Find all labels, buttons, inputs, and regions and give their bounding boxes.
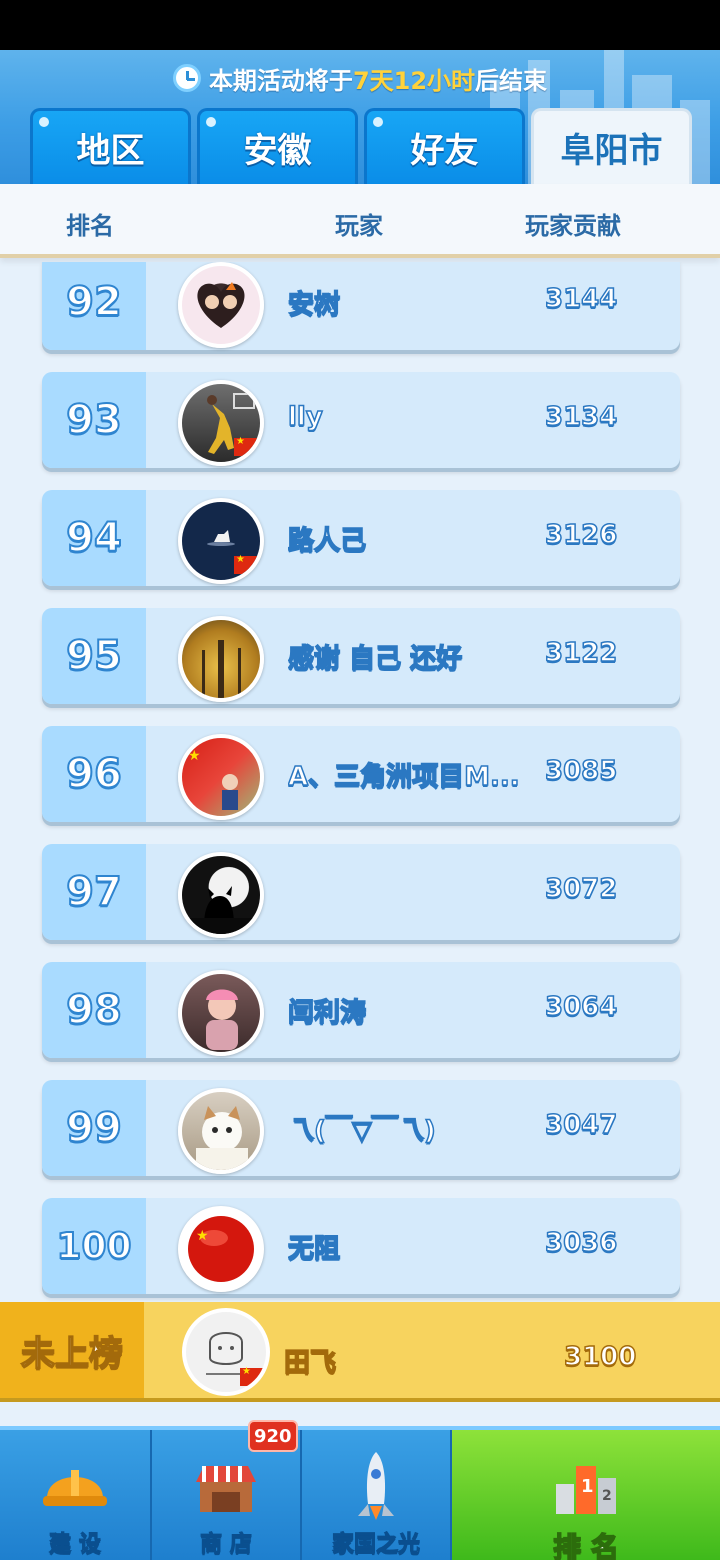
nav-build[interactable]: 建 设 <box>0 1430 152 1560</box>
column-header-row: 排名 玩家 玩家贡献 <box>0 184 720 258</box>
column-player: 玩家 <box>335 212 383 240</box>
player-name: 路人己 <box>288 525 367 557</box>
leaderboard-row[interactable]: 92 安树 3144 <box>42 262 680 350</box>
clock-icon <box>172 64 201 92</box>
countdown-time: 7天12小时 <box>352 66 476 95</box>
rank-number: 95 <box>42 608 146 704</box>
player-score: 3134 <box>545 402 618 432</box>
leaderboard-row[interactable]: 93 lly 3134 <box>42 372 680 468</box>
player-score: 3072 <box>545 874 618 904</box>
player-name: lly <box>288 402 324 432</box>
player-avatar <box>178 498 264 584</box>
rank-number: 100 <box>42 1198 146 1294</box>
ranking-tower-icon: 12 <box>548 1448 624 1524</box>
player-score: 3122 <box>545 638 618 668</box>
tab-fuyang[interactable]: 阜阳市 <box>531 108 692 184</box>
leaderboard-row[interactable]: 100 ★ 无阻 3036 <box>42 1198 680 1294</box>
china-flag-icon <box>240 1366 264 1386</box>
player-score: 3064 <box>545 992 618 1022</box>
player-score: 3144 <box>545 284 618 314</box>
hard-hat-icon <box>37 1448 113 1524</box>
leaderboard-list[interactable]: 92 安树 3144 93 lly 3134 94 路人己 3126 95 感谢… <box>0 262 720 1302</box>
countdown-suffix: 后结束 <box>475 66 548 95</box>
svg-text:★: ★ <box>196 1228 209 1244</box>
tab-anhui[interactable]: 安徽 <box>197 108 358 184</box>
player-name: 乁(￣▽￣乁) <box>288 1115 437 1147</box>
unranked-label: 未上榜 <box>0 1302 144 1398</box>
shop-icon <box>188 1448 264 1524</box>
status-bar <box>0 0 720 50</box>
rank-number: 98 <box>42 962 146 1058</box>
nav-ranking-label: 排 名 <box>552 1530 619 1560</box>
rank-number: 93 <box>42 372 146 468</box>
rank-number: 94 <box>42 490 146 586</box>
column-rank: 排名 <box>66 212 114 240</box>
tab-friends[interactable]: 好友 <box>364 108 525 184</box>
china-flag-icon <box>234 436 258 456</box>
rank-number: 92 <box>42 262 146 350</box>
shop-badge: 920 <box>248 1420 298 1452</box>
leaderboard-row[interactable]: 98 闫利涛 3064 <box>42 962 680 1058</box>
rank-number: 96 <box>42 726 146 822</box>
china-flag-icon <box>234 554 258 574</box>
player-avatar <box>178 852 264 938</box>
player-avatar <box>178 970 264 1056</box>
countdown-prefix: 本期活动将于 <box>208 66 353 95</box>
player-avatar: ★ <box>178 1206 264 1292</box>
svg-text:★: ★ <box>188 748 201 764</box>
rank-number: 99 <box>42 1080 146 1176</box>
my-avatar <box>182 1308 270 1396</box>
player-avatar: ★ <box>178 734 264 820</box>
player-avatar <box>178 262 264 348</box>
region-tabs: 地区 安徽 好友 阜阳市 <box>30 108 692 184</box>
my-score: 3100 <box>563 1341 637 1373</box>
player-name: A、三角洲项目M... <box>288 761 520 793</box>
leaderboard-row[interactable]: 94 路人己 3126 <box>42 490 680 586</box>
tab-region[interactable]: 地区 <box>30 108 191 184</box>
leaderboard-row[interactable]: 95 感谢 自己 还好 3122 <box>42 608 680 704</box>
event-countdown: 本期活动将于7天12小时后结束 <box>0 60 720 96</box>
nav-build-label: 建 设 <box>49 1532 102 1558</box>
header-banner: 本期活动将于7天12小时后结束 地区 安徽 好友 阜阳市 <box>0 50 720 184</box>
player-name: 闫利涛 <box>288 997 367 1029</box>
player-score: 3126 <box>545 520 618 550</box>
player-avatar <box>178 1088 264 1174</box>
my-name: 田飞 <box>283 1347 337 1379</box>
nav-national-light[interactable]: 家国之光 <box>302 1430 452 1560</box>
player-score: 3047 <box>545 1110 618 1140</box>
leaderboard-row[interactable]: 96 ★ A、三角洲项目M... 3085 <box>42 726 680 822</box>
rank-number: 97 <box>42 844 146 940</box>
svg-text:2: 2 <box>602 1488 612 1504</box>
nav-shop-label: 商 店 <box>200 1532 253 1558</box>
rocket-icon <box>338 1448 414 1524</box>
player-avatar <box>178 616 264 702</box>
leaderboard-row[interactable]: 97 3072 <box>42 844 680 940</box>
bottom-nav: 建 设 商 店 家国之光 12 排 名 <box>0 1426 720 1560</box>
column-contribution: 玩家贡献 <box>525 212 621 240</box>
svg-text:1: 1 <box>581 1476 594 1497</box>
my-rank-row: 未上榜 田飞 3100 <box>0 1302 720 1402</box>
leaderboard-row[interactable]: 99 乁(￣▽￣乁) 3047 <box>42 1080 680 1176</box>
player-name: 无阻 <box>288 1233 341 1265</box>
player-name: 感谢 自己 还好 <box>288 643 463 675</box>
nav-national-light-label: 家国之光 <box>331 1532 420 1558</box>
player-avatar <box>178 380 264 466</box>
player-name: 安树 <box>288 289 341 321</box>
player-score: 3085 <box>545 756 618 786</box>
nav-ranking[interactable]: 12 排 名 <box>452 1430 720 1560</box>
divider <box>0 1402 720 1426</box>
player-score: 3036 <box>545 1228 618 1258</box>
